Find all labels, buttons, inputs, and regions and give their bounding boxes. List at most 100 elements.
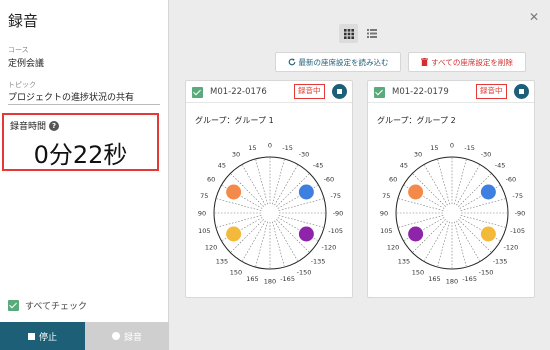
dial-angle-label: 90 — [198, 210, 206, 218]
dial-angle-label: 30 — [232, 151, 240, 159]
stop-icon — [519, 89, 524, 94]
delete-all-seat-settings-button[interactable]: すべての座席設定を削除 — [408, 52, 526, 72]
seat-marker[interactable] — [408, 226, 424, 242]
dial-angle-label: 15 — [248, 144, 256, 152]
dial-angle-label: -45 — [495, 161, 506, 169]
seat-marker[interactable] — [226, 184, 242, 200]
check-all-label: すべてチェック — [25, 302, 88, 312]
topic-label: トピック — [8, 81, 36, 89]
dial-spoke — [216, 198, 262, 211]
seat-marker[interactable] — [480, 184, 496, 200]
device-stop-button[interactable] — [514, 84, 529, 99]
dial-angle-label: 105 — [198, 227, 210, 235]
dial-angle-label: -45 — [313, 161, 324, 169]
recording-sidebar: 録音 コース 定例会議 トピック プロジェクトの進捗状況の共有 録音時間 ? 0… — [0, 0, 169, 350]
dial-angle-label: 60 — [207, 176, 215, 184]
stop-label: 停止 — [38, 332, 57, 343]
dial-angle-label: 180 — [446, 278, 458, 286]
stop-icon — [27, 332, 35, 340]
seat-marker[interactable] — [298, 226, 314, 242]
device-stop-button[interactable] — [332, 84, 347, 99]
group-label: グループ：グループ 2 — [377, 116, 456, 125]
dial-angle-label: -120 — [322, 244, 337, 252]
dial-spoke — [278, 198, 324, 211]
dial-spoke — [216, 215, 262, 228]
dial-angle-label: -90 — [515, 210, 526, 218]
dial-angle-label: -165 — [462, 275, 477, 283]
stop-icon — [337, 89, 342, 94]
record-label: 録音 — [123, 332, 142, 343]
dial-angle-label: 120 — [387, 244, 399, 252]
dial-angle-label: 75 — [382, 192, 390, 200]
seat-marker[interactable] — [298, 184, 314, 200]
dial-angle-label: 165 — [246, 275, 258, 283]
dial-angle-label: -75 — [512, 192, 523, 200]
dial-angle-label: 105 — [380, 227, 392, 235]
dial-spoke — [398, 198, 444, 211]
dial-spoke — [242, 220, 266, 261]
delete-all-seat-settings-label: すべての座席設定を削除 — [431, 57, 513, 67]
dial-angle-label: -90 — [333, 210, 344, 218]
device-id: M01-22-0176 — [210, 87, 267, 97]
dial-spoke — [424, 165, 448, 206]
recording-time-box: 録音時間 ? 0分22秒 — [2, 113, 159, 171]
dial-angle-label: -150 — [479, 268, 494, 276]
reload-seat-settings-label: 最新の座席設定を読み込む — [298, 57, 389, 67]
seat-marker[interactable] — [408, 184, 424, 200]
dial-angle-label: -30 — [481, 151, 492, 159]
dial-angle-label: -15 — [282, 144, 293, 152]
dial-angle-label: 180 — [264, 278, 276, 286]
device-checkbox-icon[interactable] — [374, 87, 385, 98]
dial-angle-label: 15 — [430, 144, 438, 152]
close-icon[interactable]: ✕ — [529, 10, 539, 24]
help-icon[interactable]: ? — [49, 120, 60, 131]
grid-view-icon — [343, 28, 354, 39]
list-view-button[interactable] — [362, 24, 381, 43]
dial-spoke — [456, 165, 480, 206]
device-checkbox-icon[interactable] — [192, 87, 203, 98]
topic-underline — [8, 104, 160, 105]
recording-time-label: 録音時間 — [10, 122, 47, 132]
dial-angle-label: 60 — [389, 176, 397, 184]
reload-seat-settings-button[interactable]: 最新の座席設定を読み込む — [275, 52, 401, 72]
dial-angle-label: -30 — [299, 151, 310, 159]
trash-icon — [421, 58, 429, 66]
dial-angle-label: 0 — [450, 142, 454, 150]
check-all-checkbox-icon[interactable] — [8, 300, 19, 311]
seat-marker[interactable] — [226, 226, 242, 242]
dial-angle-label: -165 — [280, 275, 295, 283]
seat-marker[interactable] — [480, 226, 496, 242]
grid-view-button[interactable] — [339, 24, 358, 43]
recording-time-value: 0分22秒 — [33, 141, 128, 169]
dial-angle-label: -15 — [464, 144, 475, 152]
dial-angle-label: 75 — [200, 192, 208, 200]
dial-spoke — [242, 165, 266, 206]
seat-direction-dial[interactable]: 0 15 30 4560 75 90 105 120 135150 165 180 -165-150 -… — [368, 131, 536, 297]
dial-spoke — [460, 198, 506, 211]
dial-spoke — [437, 159, 450, 205]
dial-angle-label: -135 — [493, 258, 508, 266]
dial-angle-label: -60 — [324, 176, 335, 184]
check-all-toggle[interactable]: すべてチェック — [8, 299, 87, 312]
seat-direction-dial[interactable]: 0 15 30 4560 75 90 105 120 135150 165 180 -165-150 -… — [186, 131, 354, 297]
sidebar-title: 録音 — [8, 12, 39, 30]
device-card-header: M01-22-0179 録音中 — [368, 81, 534, 103]
dial-angle-label: 120 — [205, 244, 217, 252]
device-card-header: M01-22-0176 録音中 — [186, 81, 352, 103]
device-id: M01-22-0179 — [392, 87, 449, 97]
dial-angle-label: -105 — [510, 227, 525, 235]
refresh-icon — [288, 58, 295, 66]
dial-angle-label: -105 — [328, 227, 343, 235]
stop-button[interactable]: 停止 — [0, 322, 85, 350]
dial-angle-label: 45 — [400, 161, 408, 169]
dial-angle-label: 150 — [412, 268, 424, 276]
recording-time-header: 録音時間 ? — [10, 119, 60, 132]
dial-angle-label: 135 — [398, 258, 410, 266]
course-value: 定例会議 — [8, 59, 45, 69]
dial-angle-label: 90 — [380, 210, 388, 218]
dial-spoke — [424, 220, 448, 261]
dial-angle-label: -60 — [506, 176, 517, 184]
group-label: グループ：グループ 1 — [195, 116, 274, 125]
record-button[interactable]: 録音 — [85, 322, 169, 350]
dial-angle-label: 0 — [268, 142, 272, 150]
